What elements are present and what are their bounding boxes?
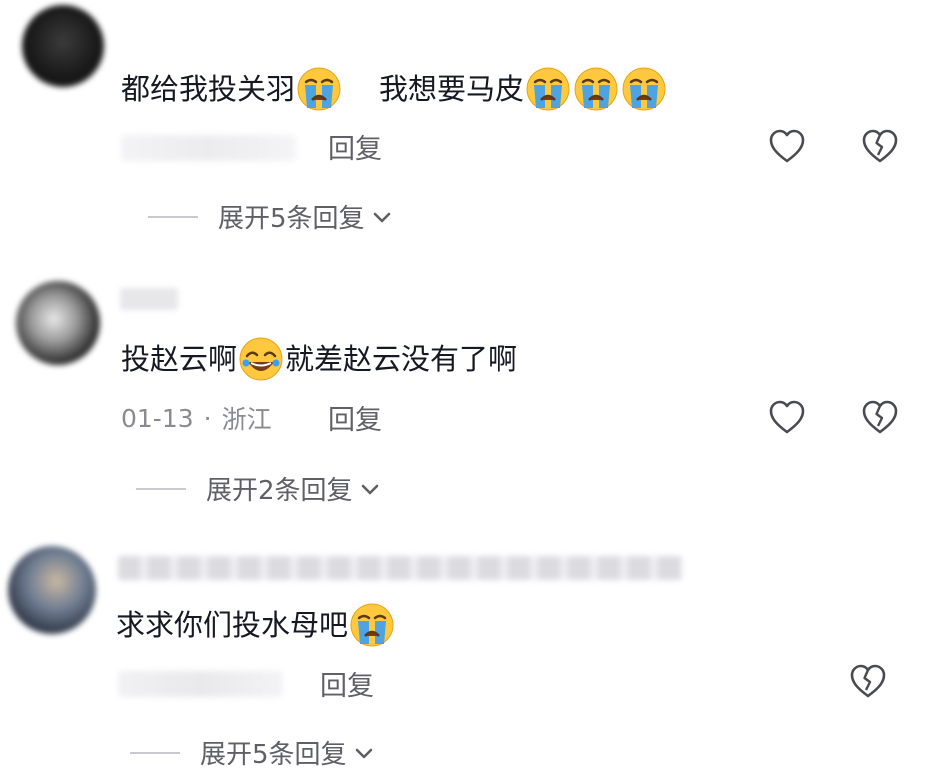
comment-text-part: 就差赵云没有了啊: [285, 342, 518, 376]
chevron-down-icon: [361, 484, 378, 494]
comment-text-part: 投赵云啊: [121, 342, 238, 376]
expand-replies-label: 展开2条回复: [206, 476, 353, 506]
comment-text: 都给我投关羽 我想要马皮: [121, 66, 668, 112]
meta-separator: ·: [203, 403, 212, 433]
comment-text: 投赵云啊 就差赵云没有了啊: [121, 336, 517, 382]
heart-outline-icon[interactable]: [767, 397, 807, 437]
avatar[interactable]: [16, 281, 100, 365]
comment-date: 01-13: [121, 403, 194, 433]
reply-button[interactable]: 回复: [320, 664, 374, 703]
redacted-username: [120, 288, 178, 310]
expand-replies-label: 展开5条回复: [218, 204, 365, 234]
divider-line: [148, 215, 198, 218]
chevron-down-icon: [355, 748, 372, 758]
expand-replies-button[interactable]: 展开5条回复: [148, 198, 393, 235]
comment-location: 浙江: [221, 405, 272, 434]
expand-replies-label: 展开5条回复: [200, 740, 347, 770]
cry-emoji-icon: [296, 66, 342, 112]
avatar[interactable]: [22, 5, 104, 87]
cry-emoji-icon: [573, 66, 619, 112]
redacted-username: [118, 556, 683, 580]
broken-heart-icon[interactable]: [860, 397, 900, 437]
comment-meta: [121, 128, 296, 168]
avatar[interactable]: [8, 546, 96, 634]
comment-text-part: 我想要马皮: [379, 72, 525, 106]
comment-text: 求求你们投水母吧: [116, 602, 396, 648]
redacted-meta: [121, 135, 296, 161]
cry-emoji-icon: [621, 66, 667, 112]
expand-replies-button[interactable]: 展开5条回复: [130, 734, 375, 771]
comment-text-part: 求求你们投水母吧: [116, 608, 349, 642]
laugh-emoji-icon: [238, 336, 284, 382]
reply-button[interactable]: 回复: [328, 398, 382, 437]
comment-text-part: 都给我投关羽: [121, 72, 296, 106]
heart-outline-icon[interactable]: [767, 126, 807, 166]
broken-heart-icon[interactable]: [848, 661, 888, 701]
reply-button[interactable]: 回复: [328, 127, 382, 166]
cry-emoji-icon: [349, 602, 395, 648]
chevron-down-icon: [373, 212, 390, 222]
divider-line: [136, 487, 186, 490]
cry-emoji-icon: [525, 66, 571, 112]
broken-heart-icon[interactable]: [860, 126, 900, 166]
comment-meta: 01-13 · 浙江: [121, 400, 272, 436]
expand-replies-button[interactable]: 展开2条回复: [136, 470, 381, 507]
comment-meta: [118, 664, 283, 704]
divider-line: [130, 751, 180, 754]
redacted-meta: [118, 671, 283, 697]
